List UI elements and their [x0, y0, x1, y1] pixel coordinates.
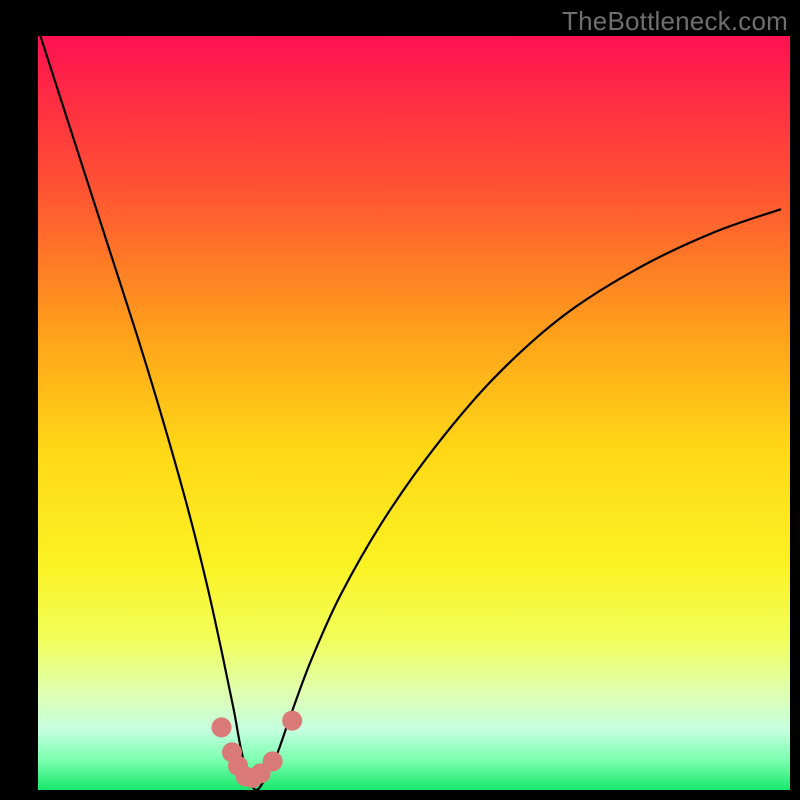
- chart-container: { "watermark": "TheBottleneck.com", "cha…: [0, 0, 800, 800]
- sample-marker: [211, 717, 231, 737]
- watermark-label: TheBottleneck.com: [562, 6, 788, 37]
- sample-marker: [263, 751, 283, 771]
- chart-svg: [0, 0, 800, 800]
- plot-background: [38, 36, 790, 790]
- sample-marker: [282, 711, 302, 731]
